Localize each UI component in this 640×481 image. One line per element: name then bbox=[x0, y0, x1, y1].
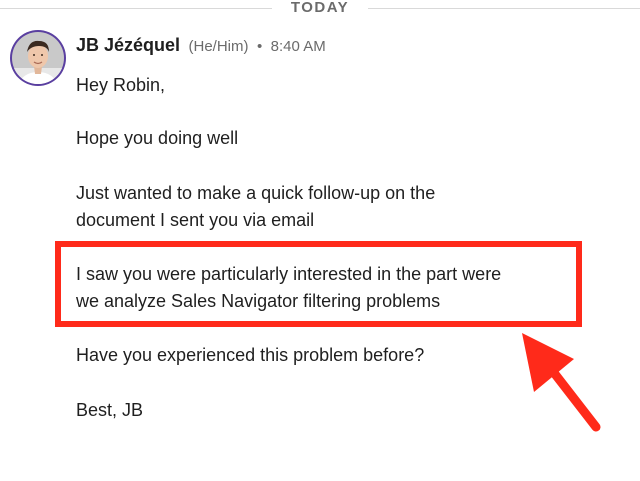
message-paragraph-signoff: Best, JB bbox=[76, 397, 143, 424]
message-line: Best, JB bbox=[76, 400, 144, 420]
message-paragraph-question: Have you experienced this problem before… bbox=[76, 342, 424, 369]
message-paragraph-wellbeing: Hope you doing well bbox=[76, 125, 238, 152]
message-header: JB Jézéquel (He/Him) • 8:40 AM bbox=[76, 34, 326, 58]
message-paragraph-greeting: Hey Robin, bbox=[76, 72, 165, 99]
message-line: Just wanted to make a quick follow-up on… bbox=[76, 183, 436, 203]
header-separator: • bbox=[256, 38, 263, 55]
message-line: Have you experienced this problem before… bbox=[76, 345, 425, 365]
sender-name-link[interactable]: JB Jézéquel bbox=[76, 35, 180, 55]
avatar-photo bbox=[12, 32, 64, 84]
sender-pronouns: (He/Him) bbox=[188, 38, 249, 55]
annotation-highlight-box bbox=[55, 241, 582, 327]
day-divider: TODAY bbox=[0, 0, 640, 18]
message-line: Hey Robin, bbox=[76, 75, 166, 95]
divider-line-right bbox=[368, 8, 640, 9]
day-divider-label: TODAY bbox=[290, 0, 350, 16]
divider-line-left bbox=[0, 8, 272, 9]
message-timestamp: 8:40 AM bbox=[270, 38, 326, 55]
message-line: Hope you doing well bbox=[76, 128, 239, 148]
message-line: document I sent you via email bbox=[76, 210, 315, 230]
message-paragraph-followup: Just wanted to make a quick follow-up on… bbox=[76, 180, 435, 234]
sender-avatar[interactable] bbox=[10, 30, 66, 86]
